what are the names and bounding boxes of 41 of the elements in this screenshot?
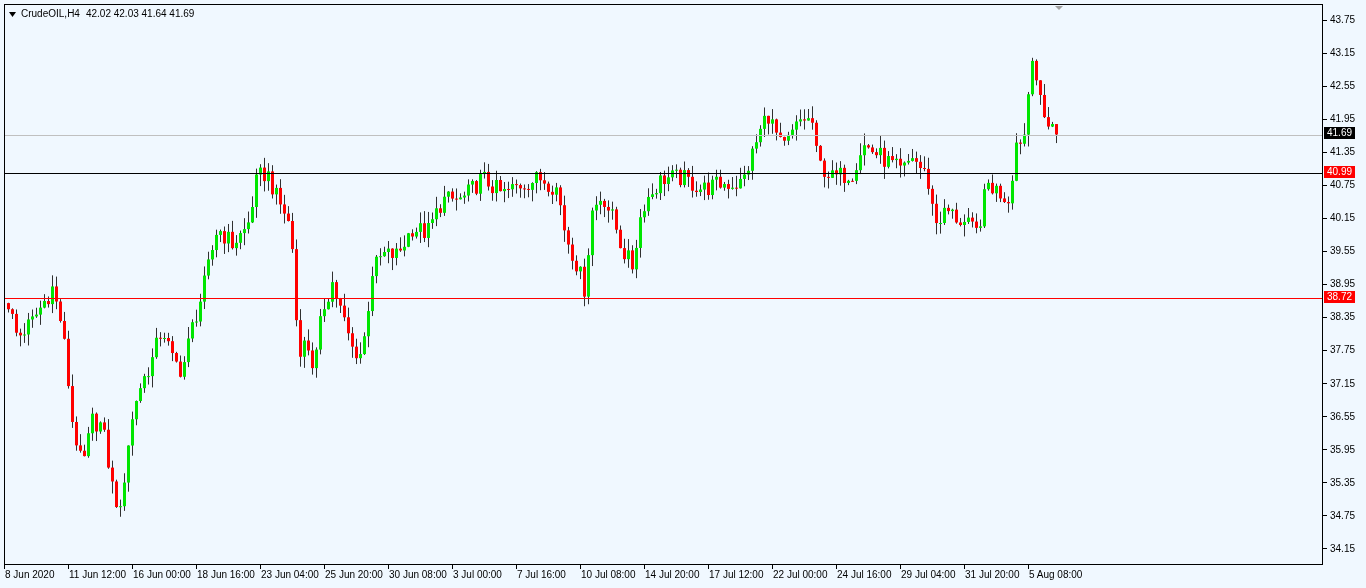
time-label: 16 Jun 00:00 <box>133 569 191 581</box>
price-tag: 41.69 <box>1324 127 1356 139</box>
price-label: 38.95 <box>1330 278 1356 291</box>
price-label: 40.15 <box>1330 212 1356 225</box>
time-label: 23 Jun 04:00 <box>261 569 319 581</box>
price-label: 36.55 <box>1330 410 1356 423</box>
time-label: 31 Jul 20:00 <box>965 569 1020 581</box>
price-label: 34.15 <box>1330 542 1356 555</box>
time-label: 10 Jul 08:00 <box>581 569 636 581</box>
time-label: 3 Jul 00:00 <box>453 569 502 581</box>
price-tag: 38.72 <box>1324 290 1356 303</box>
price-label: 35.95 <box>1330 443 1356 456</box>
time-label: 14 Jul 20:00 <box>645 569 700 581</box>
time-label: 17 Jul 12:00 <box>709 569 764 581</box>
symbol-label: CrudeOIL,H4 <box>21 8 80 20</box>
time-label: 30 Jun 08:00 <box>389 569 447 581</box>
price-label: 41.95 <box>1330 113 1356 126</box>
time-label: 11 Jun 12:00 <box>69 569 127 581</box>
time-label: 7 Jul 16:00 <box>517 569 566 581</box>
price-label: 34.75 <box>1330 509 1356 522</box>
price-label: 41.35 <box>1330 146 1356 159</box>
time-label: 8 Jun 2020 <box>5 569 55 581</box>
shift-marker-icon[interactable] <box>1055 6 1063 10</box>
price-label: 35.35 <box>1330 476 1356 489</box>
price-label: 37.75 <box>1330 344 1356 357</box>
time-label: 22 Jul 00:00 <box>773 569 828 581</box>
price-label: 43.75 <box>1330 14 1356 26</box>
price-label: 38.35 <box>1330 311 1356 324</box>
time-label: 25 Jun 20:00 <box>325 569 383 581</box>
price-label: 39.55 <box>1330 245 1356 258</box>
price-label: 40.75 <box>1330 179 1356 192</box>
ohlc-values: 42.02 42.03 41.64 41.69 <box>85 8 195 20</box>
price-label: 37.15 <box>1330 377 1356 390</box>
price-label: 42.55 <box>1330 80 1356 93</box>
time-label: 18 Jun 16:00 <box>197 569 255 581</box>
time-label: 5 Aug 08:00 <box>1029 569 1083 581</box>
price-label: 43.15 <box>1330 47 1356 60</box>
time-label: 24 Jul 16:00 <box>837 569 892 581</box>
price-tag: 40.99 <box>1324 165 1356 178</box>
dropdown-icon[interactable] <box>9 11 16 17</box>
time-label: 29 Jul 04:00 <box>901 569 956 581</box>
